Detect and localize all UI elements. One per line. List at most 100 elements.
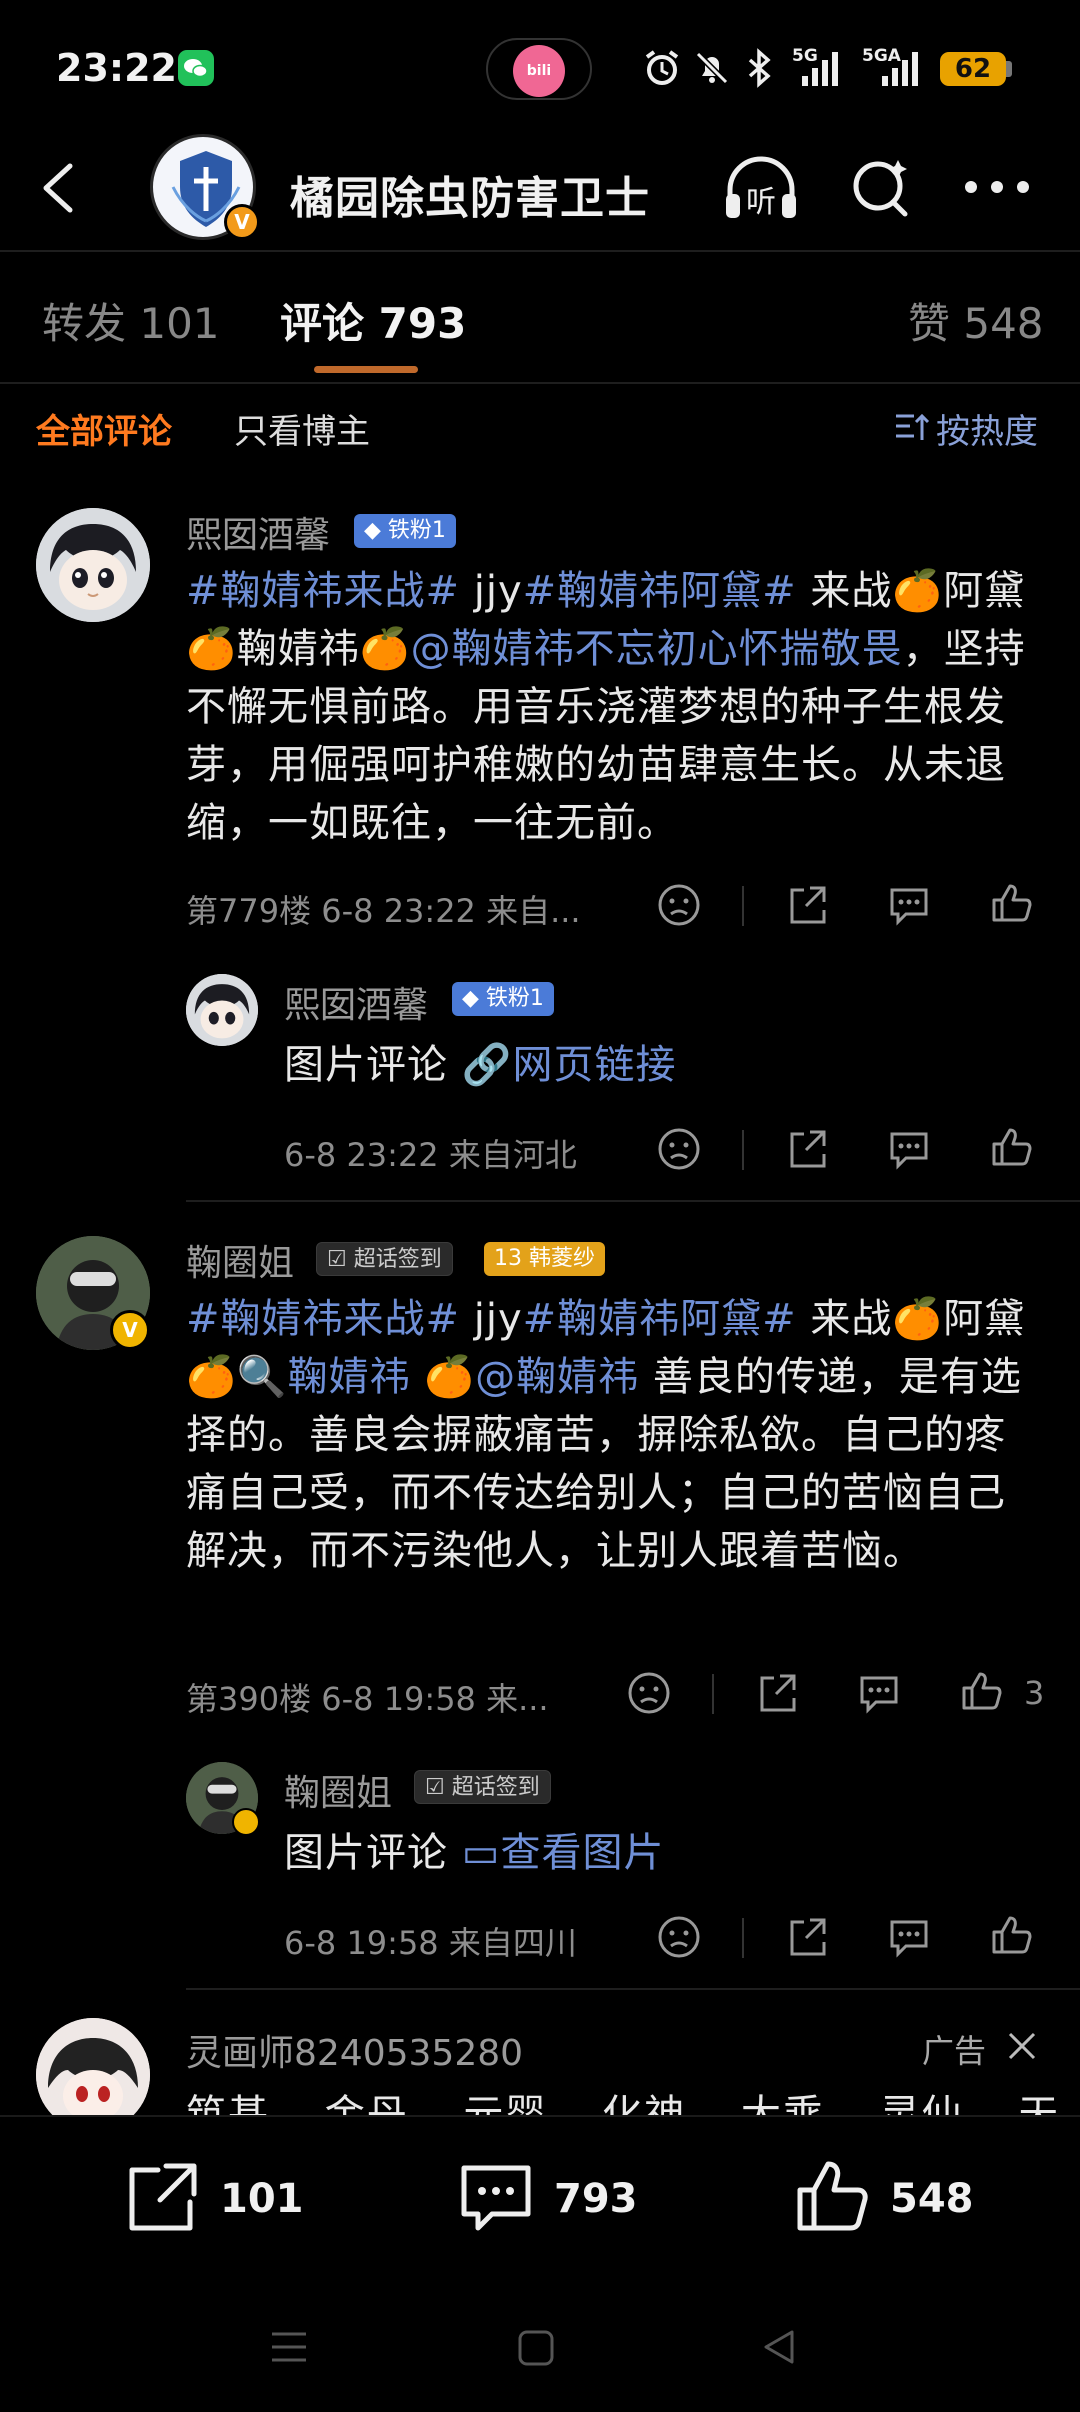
search-small-icon: 🔍 xyxy=(236,1354,288,1400)
reply-name[interactable]: 鞠圈姐 xyxy=(284,1764,392,1816)
more-options-icon[interactable] xyxy=(962,178,1032,196)
repost-icon[interactable] xyxy=(122,2158,202,2238)
action-separator xyxy=(712,1674,714,1714)
like-thumb-icon[interactable] xyxy=(988,1124,1034,1170)
comment-meta: 第390楼 6-8 19:58 来... xyxy=(186,1680,549,1718)
share-icon[interactable] xyxy=(784,1914,830,1960)
repost-count[interactable]: 101 xyxy=(220,2176,304,2222)
share-icon[interactable] xyxy=(784,882,830,928)
back-arrow-icon[interactable] xyxy=(36,156,80,220)
back-triangle-icon[interactable] xyxy=(758,2326,800,2368)
reply-bubble-icon[interactable] xyxy=(886,1126,932,1172)
verified-v-icon: V xyxy=(110,1310,150,1350)
hashtag-link[interactable]: #鞠婧祎阿黛# xyxy=(523,568,797,614)
signal-5g-icon: 5G xyxy=(792,46,846,90)
mention-link[interactable]: @鞠婧祎 xyxy=(475,1354,639,1400)
ad-words: 筑基 金丹 元婴 化神 大乘 灵仙 天 xyxy=(186,2092,1061,2115)
like-count-bottom[interactable]: 548 xyxy=(890,2176,974,2222)
dislike-face-icon[interactable] xyxy=(656,882,702,928)
dislike-face-icon[interactable] xyxy=(626,1670,672,1716)
sort-icon xyxy=(894,410,932,444)
web-link-label: 网页链接 xyxy=(512,1042,677,1088)
like-count: 3 xyxy=(1024,1674,1045,1712)
tab-comments[interactable]: 评论 793 xyxy=(280,290,466,351)
like-icon[interactable] xyxy=(792,2156,872,2236)
commenter-avatar[interactable] xyxy=(36,508,150,622)
hashtag-link[interactable]: #鞠婧祎来战# xyxy=(186,568,460,614)
menu-lines-icon[interactable] xyxy=(268,2326,310,2368)
wechat-icon xyxy=(178,50,214,86)
commenter-name[interactable]: 熙囡酒馨 xyxy=(186,506,330,558)
dislike-face-icon[interactable] xyxy=(656,1914,702,1960)
tab-likes[interactable]: 赞 548 xyxy=(908,290,1044,351)
search-icon[interactable] xyxy=(848,154,914,220)
comment-text-segment: jjy xyxy=(460,1296,523,1342)
commenter-name[interactable]: 鞠圈姐 xyxy=(186,1234,294,1286)
comment-text-segment: 🍊 xyxy=(410,1354,476,1400)
filter-all-comments[interactable]: 全部评论 xyxy=(36,404,172,453)
status-bar: 23:22 bili 5G 5GA 62 xyxy=(0,0,1080,130)
comment-text: #鞠婧祎来战# jjy#鞠婧祎阿黛# 来战🍊阿黛🍊🔍鞠婧祎 🍊@鞠婧祎 善良的传… xyxy=(186,1290,1046,1580)
ad-label: 广告 xyxy=(922,2032,987,2070)
comment-icon[interactable] xyxy=(456,2160,536,2240)
share-icon[interactable] xyxy=(754,1670,800,1716)
comment-divider xyxy=(186,1200,1080,1202)
reply-name[interactable]: 熙囡酒馨 xyxy=(284,976,428,1028)
link-icon: 🔗 xyxy=(461,1042,513,1088)
filter-author-only[interactable]: 只看博主 xyxy=(234,404,370,453)
view-image-link[interactable]: ▭查看图片 xyxy=(462,1830,665,1876)
web-link[interactable]: 🔗网页链接 xyxy=(462,1042,677,1088)
verified-v-icon xyxy=(232,1808,260,1836)
page-title: 橘园除虫防害卫士 xyxy=(290,173,650,224)
battery-level: 62 xyxy=(940,52,1006,86)
listen-headphones-icon[interactable]: 听 xyxy=(720,150,802,226)
close-ad-icon[interactable] xyxy=(1004,2028,1040,2064)
verified-v-icon: V xyxy=(224,204,260,240)
status-time: 23:22 xyxy=(56,46,177,90)
diamond-icon: ◆ xyxy=(364,518,388,543)
comment-text: #鞠婧祎来战# jjy#鞠婧祎阿黛# 来战🍊阿黛🍊鞠婧祎🍊@鞠婧祎不忘初心怀揣敬… xyxy=(186,562,1046,852)
share-icon[interactable] xyxy=(784,1126,830,1172)
action-separator xyxy=(742,1918,744,1958)
header-divider xyxy=(0,250,1080,252)
battery-icon xyxy=(1006,61,1012,77)
fan-badge-label: 铁粉1 xyxy=(387,518,446,543)
bluetooth-icon xyxy=(742,48,778,88)
super-topic-label: 超话签到 xyxy=(353,1247,442,1272)
like-thumb-icon[interactable] xyxy=(988,1912,1034,1958)
sort-by-hot[interactable]: 按热度 xyxy=(936,404,1038,453)
reply-text: 图片评论 🔗网页链接 xyxy=(284,1036,677,1094)
comment-text-segment: jjy xyxy=(460,568,523,614)
ad-username[interactable]: 灵画师8240535280 xyxy=(186,2024,523,2076)
calendar-check-icon: ☑ xyxy=(327,1247,354,1272)
svg-text:听: 听 xyxy=(746,185,776,220)
reply-bubble-icon[interactable] xyxy=(856,1670,902,1716)
fan-group-name: 韩菱纱 xyxy=(529,1246,596,1271)
super-topic-label: 超话签到 xyxy=(451,1775,540,1800)
comment-divider xyxy=(186,1988,1080,1990)
super-topic-badge: ☑ 超话签到 xyxy=(316,1242,453,1276)
reply-meta: 6-8 19:58 来自四川 xyxy=(284,1924,577,1962)
home-square-icon[interactable] xyxy=(516,2328,556,2368)
reply-bubble-icon[interactable] xyxy=(886,882,932,928)
ad-tag-strip: 筑基 金丹 元婴 化神 大乘 灵仙 天 xyxy=(186,2082,1080,2115)
super-topic-badge: ☑ 超话签到 xyxy=(414,1770,551,1804)
like-thumb-icon[interactable] xyxy=(988,880,1034,926)
mention-link[interactable]: @鞠婧祎不忘初心怀揣敬畏 xyxy=(411,626,903,672)
search-link[interactable]: 🔍鞠婧祎 xyxy=(237,1354,411,1400)
hashtag-link[interactable]: #鞠婧祎来战# xyxy=(186,1296,460,1342)
floating-window-pill[interactable]: bili xyxy=(486,38,592,100)
comment-meta: 第779楼 6-8 23:22 来自... xyxy=(186,892,581,930)
fan-badge: ◆ 铁粉1 xyxy=(452,982,554,1016)
reply-bubble-icon[interactable] xyxy=(886,1914,932,1960)
fan-badge-label: 铁粉1 xyxy=(485,986,544,1011)
dislike-face-icon[interactable] xyxy=(656,1126,702,1172)
reply-avatar[interactable] xyxy=(186,974,258,1046)
hashtag-link[interactable]: #鞠婧祎阿黛# xyxy=(523,1296,797,1342)
tab-reposts[interactable]: 转发 101 xyxy=(42,290,220,351)
like-thumb-icon[interactable] xyxy=(958,1668,1004,1714)
action-separator xyxy=(742,886,744,926)
search-link-label: 鞠婧祎 xyxy=(287,1354,411,1400)
comment-count[interactable]: 793 xyxy=(554,2176,638,2222)
signal-5ga-icon: 5GA xyxy=(862,46,926,90)
